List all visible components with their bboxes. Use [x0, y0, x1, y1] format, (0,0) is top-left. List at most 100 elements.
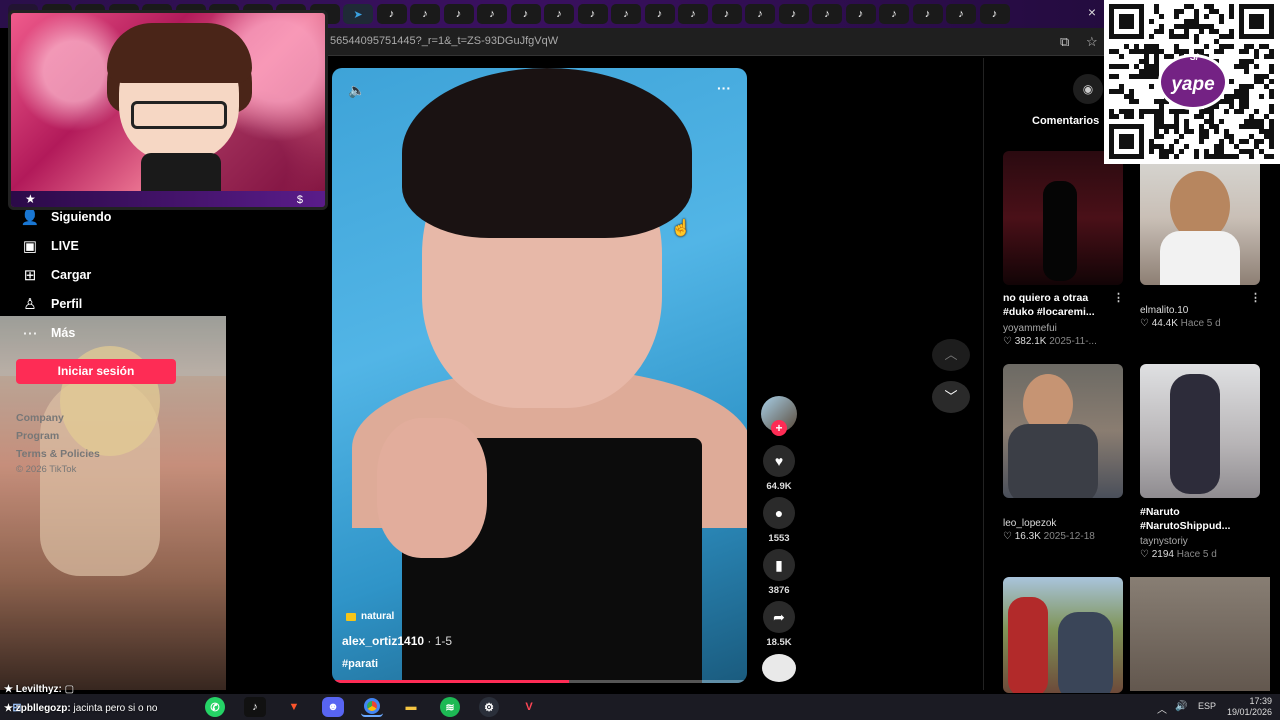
tile-options-icon[interactable]: ⋮: [1250, 291, 1261, 304]
follow-plus-icon[interactable]: +: [771, 420, 787, 436]
more-options-icon[interactable]: ···: [717, 80, 731, 96]
browser-tab[interactable]: ♪: [778, 4, 809, 24]
brave-icon[interactable]: ▼: [283, 697, 305, 717]
qr-module: [1254, 109, 1259, 114]
clock[interactable]: 17:39 19/01/2026: [1227, 696, 1272, 718]
volume-tray-icon[interactable]: 🔊: [1175, 701, 1187, 712]
bookmark-icon[interactable]: ▮: [763, 549, 795, 581]
author-username[interactable]: alex_ortiz1410: [342, 634, 424, 648]
steam-icon[interactable]: ⚙: [479, 697, 499, 717]
video-progress-bar[interactable]: [332, 680, 747, 683]
live-icon: ▣: [22, 238, 38, 255]
qr-module: [1114, 89, 1119, 94]
comment-action[interactable]: ● 1553: [763, 497, 795, 544]
tab-comments[interactable]: Comentarios: [1032, 115, 1099, 127]
bookmark-star-icon[interactable]: ☆: [1086, 34, 1098, 50]
qr-module: [1149, 74, 1154, 79]
copyright-text: © 2026 TikTok: [16, 464, 77, 475]
comment-icon[interactable]: ●: [763, 497, 795, 529]
browser-tab[interactable]: ♪: [577, 4, 608, 24]
discord-icon[interactable]: ☻: [322, 697, 344, 717]
browser-tab[interactable]: ♪: [812, 4, 842, 24]
music-disc-icon[interactable]: [762, 654, 796, 682]
qr-module: [1194, 19, 1199, 24]
browser-tab[interactable]: ♪: [410, 4, 440, 24]
video-player[interactable]: 🔈 ··· natural alex_ortiz1410 · 1-5 #para…: [332, 68, 747, 683]
tile-username[interactable]: elmalito.10: [1140, 305, 1188, 316]
browser-tab[interactable]: ♪: [879, 4, 909, 24]
tile-title[interactable]: no quiero a otraa #duko #locaremi...: [1003, 291, 1119, 319]
tile-username[interactable]: yoyammefui: [1003, 323, 1057, 334]
browser-tab[interactable]: ♪: [678, 4, 708, 24]
tile-options-icon[interactable]: ⋮: [1113, 291, 1124, 304]
video-thumbnail[interactable]: [1140, 364, 1260, 498]
close-tab-icon[interactable]: ×: [1088, 4, 1096, 20]
login-button[interactable]: Iniciar sesión: [16, 359, 176, 384]
browser-tab[interactable]: ♪: [946, 4, 976, 24]
qr-module: [1184, 124, 1189, 129]
qr-module: [1174, 109, 1179, 114]
yape-logo-text: yape: [1171, 74, 1215, 95]
video-thumbnail[interactable]: [1003, 151, 1123, 285]
share-action[interactable]: ➦ 18.5K: [763, 601, 795, 648]
browser-tab[interactable]: ♪: [510, 4, 541, 24]
qr-module: [1269, 54, 1274, 59]
browser-tab[interactable]: ♪: [477, 4, 507, 24]
cast-icon[interactable]: ⧉: [1060, 34, 1069, 50]
qr-module: [1204, 149, 1209, 154]
tile-username[interactable]: taynystoriy: [1140, 536, 1188, 547]
telegram-tab[interactable]: ➤: [343, 4, 373, 24]
address-bar[interactable]: 56544095751445?_r=1&_t=ZS-93DGuJfgVqW ⧉ …: [320, 28, 1104, 56]
sidebar-item-upload[interactable]: ⊞ Cargar: [20, 264, 92, 286]
browser-tab[interactable]: ♪: [845, 4, 876, 24]
share-icon[interactable]: ➦: [763, 601, 795, 633]
video-thumbnail[interactable]: [1003, 577, 1123, 693]
chrome-icon[interactable]: [361, 697, 383, 717]
video-hashtag[interactable]: #parati: [342, 658, 378, 670]
qr-module: [1124, 109, 1129, 114]
browser-tab[interactable]: ♪: [443, 4, 474, 24]
qr-module: [1184, 129, 1189, 134]
valorant-icon[interactable]: V: [518, 697, 540, 717]
browser-tab[interactable]: ♪: [912, 4, 943, 24]
tile-title[interactable]: #Naruto #NarutoShippud...: [1140, 505, 1256, 533]
video-thumbnail[interactable]: [1003, 364, 1123, 498]
like-action[interactable]: ♥ 64.9K: [763, 445, 795, 492]
spotify-icon[interactable]: ≋: [440, 697, 460, 717]
tile-username[interactable]: leo_lopezok: [1003, 518, 1056, 529]
tiktok-icon[interactable]: ♪: [244, 697, 266, 717]
sidebar-item-more[interactable]: ⋯ Más: [20, 322, 76, 344]
video-person-hair: [402, 68, 692, 238]
volume-icon[interactable]: 🔈: [348, 82, 365, 99]
footer-link[interactable]: Terms & Policies: [16, 448, 100, 460]
previous-video-button[interactable]: ︿: [932, 339, 970, 371]
file-explorer-icon[interactable]: ▬: [400, 697, 422, 717]
video-thumbnail[interactable]: [1140, 151, 1260, 285]
qr-module: [1254, 139, 1259, 144]
qr-module: [1269, 104, 1274, 109]
browser-tab[interactable]: ♪: [979, 4, 1010, 24]
footer-link[interactable]: Company: [16, 412, 64, 424]
tile-date: 2025-12-18: [1043, 531, 1095, 542]
qr-module: [1154, 29, 1159, 34]
browser-tab[interactable]: ♪: [745, 4, 775, 24]
next-video-button[interactable]: ﹀: [932, 381, 970, 413]
footer-link[interactable]: Program: [16, 430, 59, 442]
eye-icon[interactable]: ◉: [1073, 74, 1103, 104]
sidebar-item-profile[interactable]: ♙ Perfil: [20, 293, 82, 315]
language-indicator[interactable]: ESP: [1198, 701, 1216, 711]
effect-tag[interactable]: natural: [346, 611, 394, 622]
video-author[interactable]: alex_ortiz1410 · 1-5: [342, 634, 452, 648]
browser-tab[interactable]: ♪: [544, 4, 574, 24]
heart-icon[interactable]: ♥: [763, 445, 795, 477]
browser-tab[interactable]: ♪: [376, 4, 407, 24]
url-text[interactable]: 56544095751445?_r=1&_t=ZS-93DGuJfgVqW: [330, 35, 558, 47]
browser-tab[interactable]: ♪: [644, 4, 675, 24]
browser-tab[interactable]: ♪: [611, 4, 641, 24]
qr-module: [1224, 99, 1229, 104]
save-action[interactable]: ▮ 3876: [763, 549, 795, 596]
tray-chevron-icon[interactable]: ︿: [1157, 701, 1167, 716]
whatsapp-icon[interactable]: ✆: [205, 697, 225, 717]
browser-tab[interactable]: ♪: [711, 4, 742, 24]
sidebar-item-live[interactable]: ▣ LIVE: [20, 235, 79, 257]
